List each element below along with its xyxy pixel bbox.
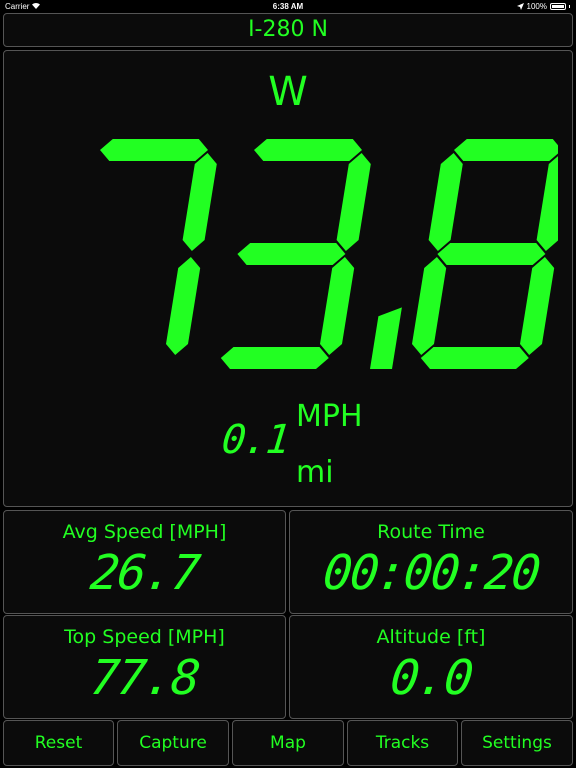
trip-distance: 0.1: [219, 417, 291, 463]
route-time-value: 00:00:20: [320, 545, 542, 601]
status-bar: Carrier 6:38 AM 100%: [0, 0, 576, 13]
speed-digit-3-segment-b: [536, 156, 558, 251]
speed-digit-3-segment-d: [420, 347, 529, 369]
tracks-button[interactable]: Tracks: [347, 720, 458, 766]
speed-digit-3-segment-c: [520, 257, 555, 355]
speed-digit-0-segment-c: [166, 257, 201, 355]
battery-icon: [550, 3, 566, 10]
speed-digit-3-segment-f: [428, 153, 463, 251]
speed-unit: MPH: [296, 399, 363, 434]
altitude-value: 0.0: [387, 650, 475, 706]
battery-nub: [569, 5, 570, 8]
speed-display: [100, 139, 558, 369]
capture-button[interactable]: Capture: [117, 720, 229, 766]
route-time-label: Route Time: [377, 521, 485, 543]
top-speed-label: Top Speed [MPH]: [64, 626, 225, 648]
altitude-panel: Altitude [ft] 0.0: [289, 615, 573, 719]
reset-button[interactable]: Reset: [3, 720, 114, 766]
speed-digit-0-segment-b: [182, 153, 217, 251]
decimal-point: [370, 307, 402, 369]
avg-speed-panel: Avg Speed [MPH] 26.7: [3, 510, 286, 614]
top-speed-panel: Top Speed [MPH] 77.8: [3, 615, 286, 719]
battery-percent: 100%: [526, 2, 547, 11]
speed-digit-1-segment-a: [254, 139, 362, 161]
speedometer-panel[interactable]: W 0.1 MPH mi: [3, 50, 573, 507]
route-time-panel: Route Time 00:00:20: [289, 510, 573, 614]
speed-digit-1-segment-b: [336, 153, 371, 251]
distance-unit: mi: [296, 455, 334, 490]
avg-speed-label: Avg Speed [MPH]: [62, 521, 227, 543]
speed-digit-0-segment-a: [100, 139, 208, 161]
avg-speed-value: 26.7: [87, 545, 202, 601]
speed-digit-1-segment-c: [320, 257, 355, 355]
road-name: I-280 N: [3, 13, 573, 47]
speed-digit-3-segment-g: [437, 243, 546, 265]
speed-digit-3-segment-e: [412, 257, 447, 355]
top-speed-value: 77.8: [87, 650, 202, 706]
altitude-label: Altitude [ft]: [376, 626, 486, 648]
clock: 6:38 AM: [272, 2, 304, 11]
map-button[interactable]: Map: [232, 720, 344, 766]
location-arrow-icon: [516, 3, 524, 10]
speed-digit-3-segment-a: [454, 139, 558, 161]
speed-digit-1-segment-d: [220, 347, 329, 369]
speed-digit-1-segment-g: [237, 243, 346, 265]
compass-heading: W: [268, 69, 308, 115]
settings-button[interactable]: Settings: [461, 720, 573, 766]
